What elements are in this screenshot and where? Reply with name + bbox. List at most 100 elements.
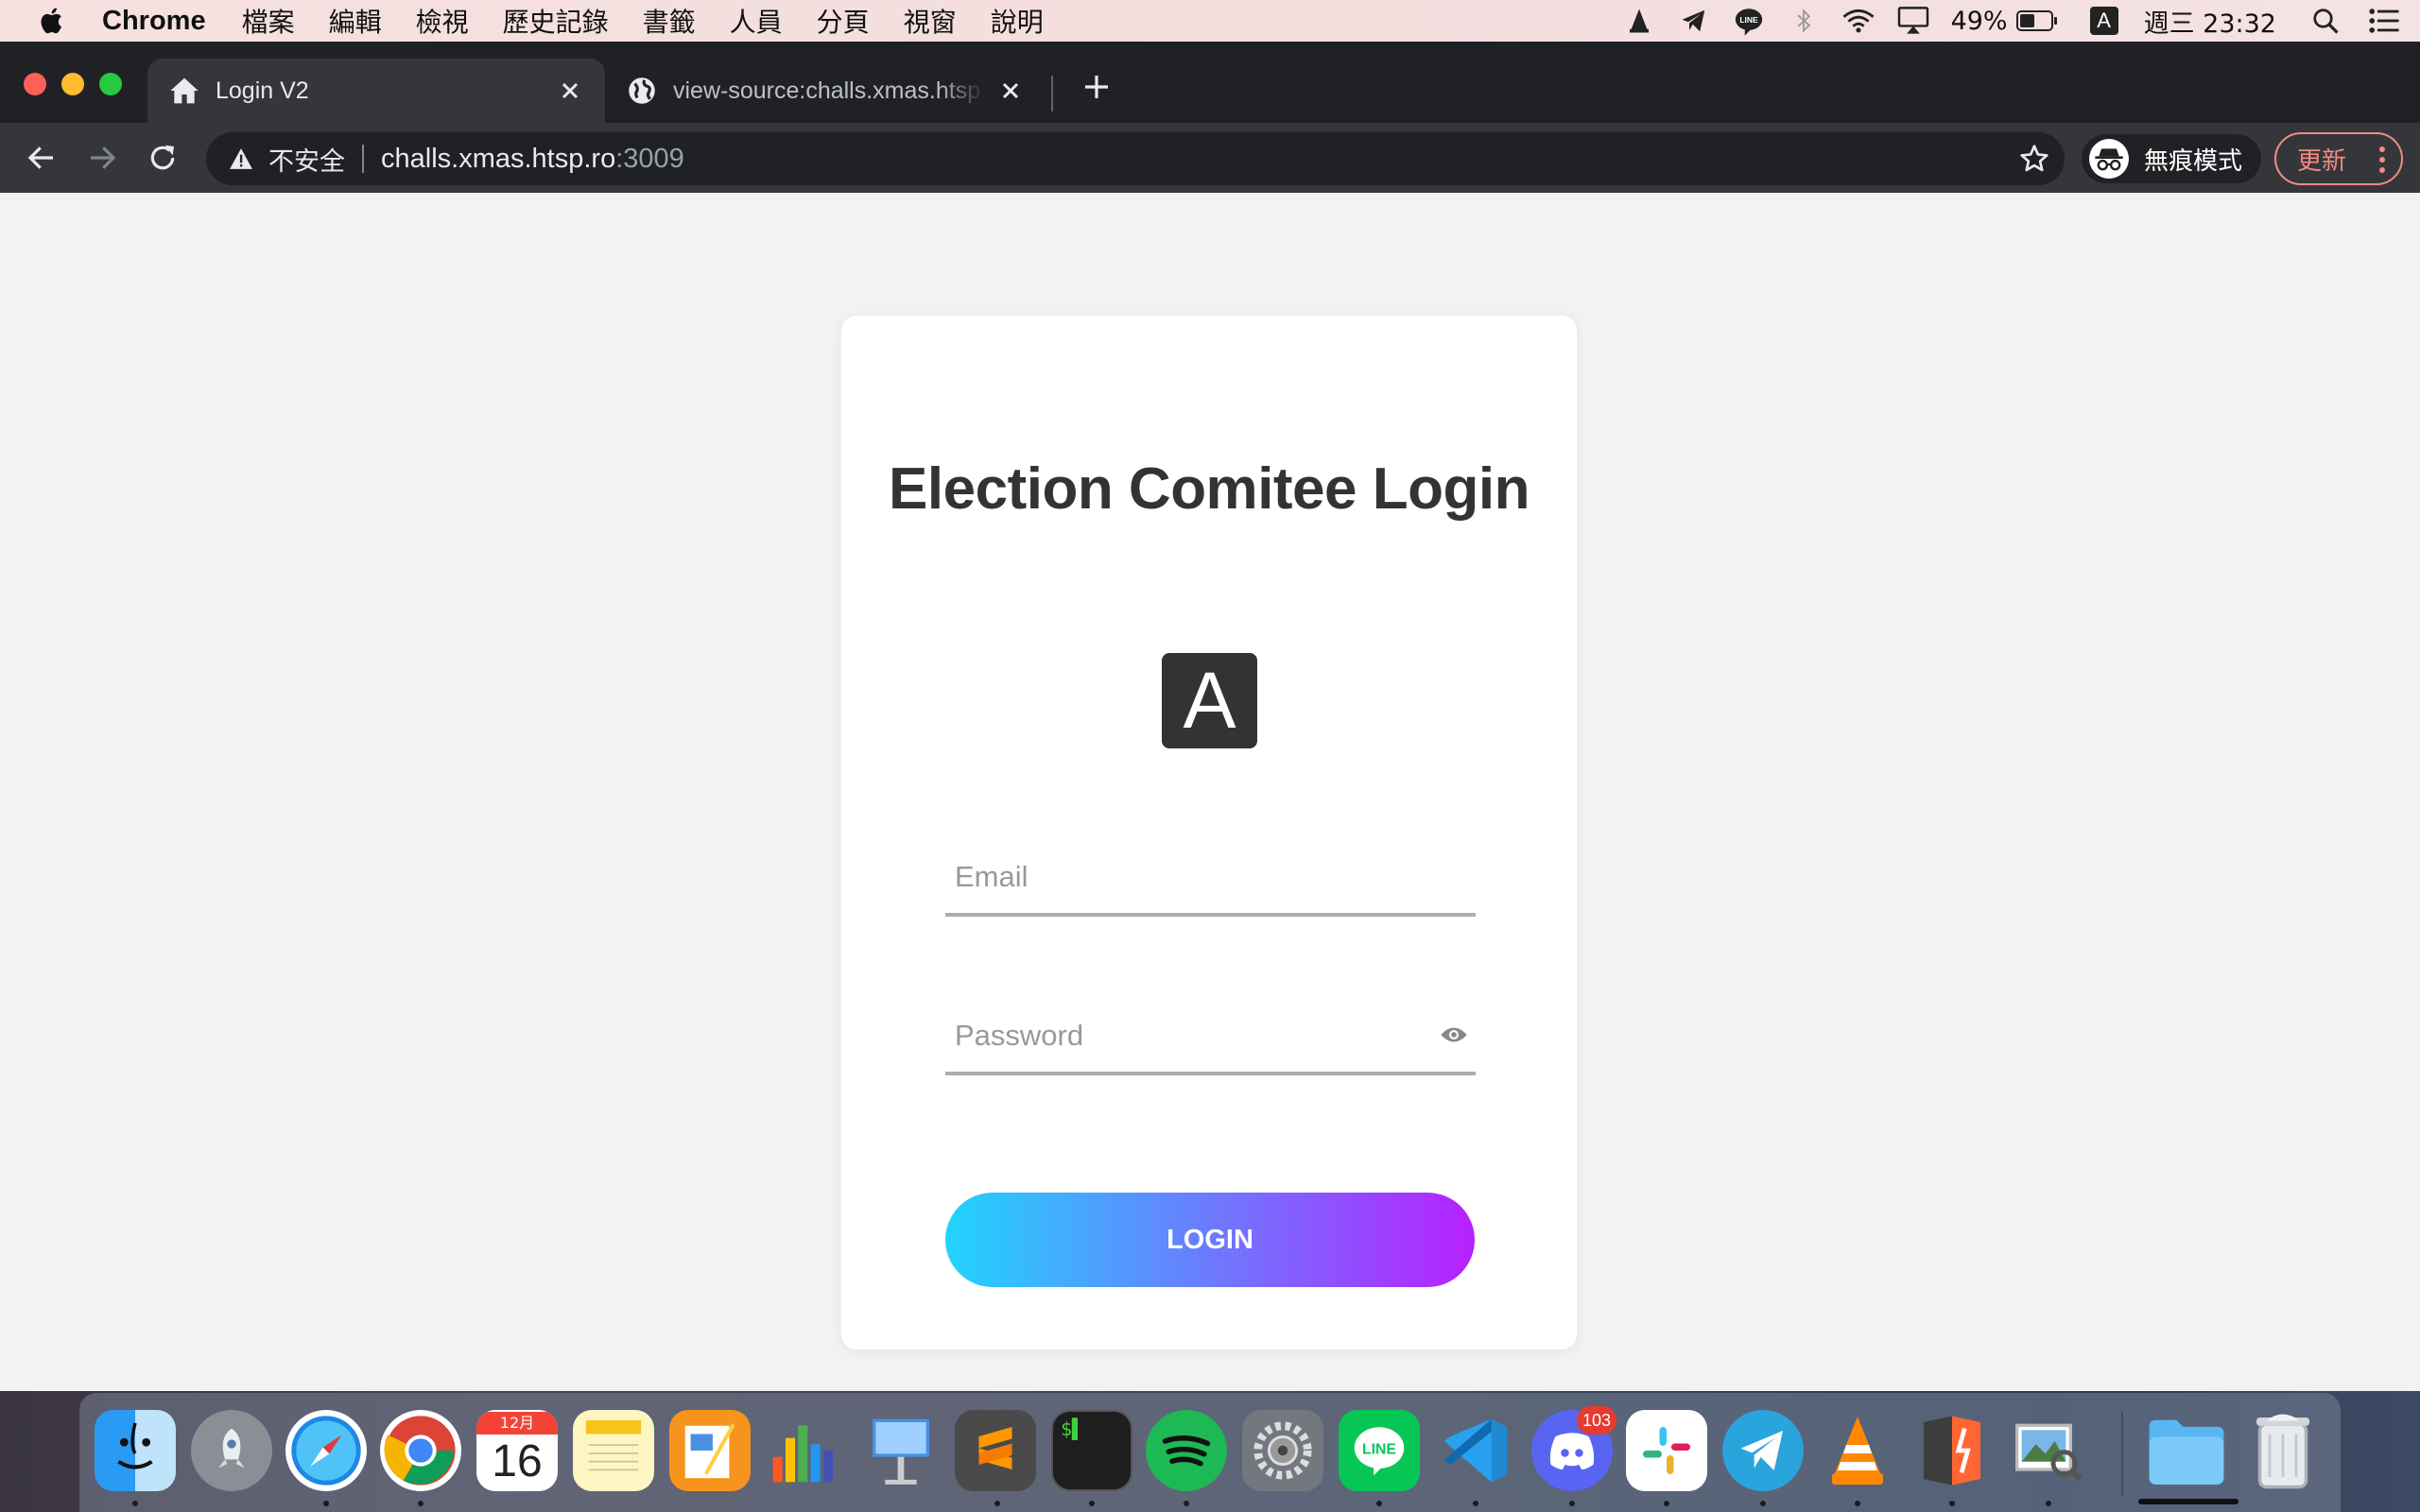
keynote-dock-icon[interactable] [860, 1410, 942, 1491]
window-close-button[interactable] [24, 73, 46, 95]
email-input[interactable] [945, 841, 1476, 913]
globe-icon [626, 75, 658, 107]
menu-history[interactable]: 歷史記錄 [503, 2, 609, 40]
home-icon [168, 75, 200, 107]
back-button[interactable] [23, 139, 60, 177]
more-menu-icon[interactable] [2378, 146, 2386, 174]
telegram-icon[interactable] [1677, 4, 1711, 38]
discord-badge: 103 [1576, 1406, 1616, 1435]
dock-separator [2121, 1412, 2123, 1497]
url-host: challs.xmas.htsp.ro [381, 143, 616, 174]
close-tab-icon[interactable] [994, 75, 1027, 107]
tab-strip: Login V2 view-source:challs.xmas.htsp.ro… [0, 42, 2420, 123]
tab-view-source[interactable]: view-source:challs.xmas.htsp.ro:3009 [605, 59, 1046, 123]
browser-toolbar: 不安全 challs.xmas.htsp.ro :3009 無痕模式 更新 [0, 123, 2420, 193]
discord-dock-icon[interactable]: 103 [1531, 1406, 1616, 1491]
vscode-dock-icon[interactable] [1435, 1410, 1516, 1491]
discord-running-indicator [1569, 1501, 1575, 1506]
safari-dock-icon[interactable] [285, 1410, 367, 1491]
spotlight-icon[interactable] [2308, 4, 2342, 38]
pages-dock-icon[interactable] [669, 1410, 751, 1491]
telegram-running-indicator [1760, 1501, 1766, 1506]
menu-view[interactable]: 檢視 [416, 2, 469, 40]
finder-running-indicator [132, 1501, 138, 1506]
launchpad-dock-icon[interactable] [191, 1410, 272, 1491]
menu-bookmarks[interactable]: 書籤 [643, 2, 696, 40]
downloads-folder-dock-icon[interactable] [2146, 1410, 2227, 1491]
terminal-running-indicator [1089, 1501, 1095, 1506]
calendar-dock-icon[interactable]: 12月 16 [476, 1410, 558, 1491]
menu-people[interactable]: 人員 [730, 2, 783, 40]
line-dock-icon[interactable]: LINE [1339, 1410, 1420, 1491]
numbers-dock-icon[interactable] [764, 1410, 845, 1491]
security-label[interactable]: 不安全 [268, 141, 345, 178]
tab-login-v2[interactable]: Login V2 [147, 59, 605, 123]
terminal-dock-icon[interactable]: $▌ [1051, 1410, 1132, 1491]
page-viewport: Election Comitee Login A LOGIN [0, 193, 2420, 1391]
menu-window[interactable]: 視窗 [904, 2, 957, 40]
finder-dock-icon[interactable] [95, 1410, 176, 1491]
new-tab-button[interactable] [1078, 68, 1115, 106]
preview-dock-icon[interactable] [2008, 1410, 2089, 1491]
password-field [945, 1000, 1476, 1075]
spotify-dock-icon[interactable] [1146, 1410, 1227, 1491]
page-title: Election Comitee Login [889, 456, 1530, 522]
omnibox-divider [362, 145, 364, 173]
calendar-month: 12月 [476, 1412, 558, 1435]
login-button[interactable]: LOGIN [945, 1193, 1475, 1287]
telegram-dock-icon[interactable] [1722, 1410, 1804, 1491]
email-field [945, 841, 1476, 917]
burp-suite-running-indicator [1949, 1501, 1955, 1506]
vlc-icon[interactable] [1622, 4, 1656, 38]
sublime-text-running-indicator [994, 1501, 1000, 1506]
window-minimize-button[interactable] [61, 73, 84, 95]
terminal-prompt-icon: $▌ [1061, 1418, 1084, 1440]
macos-menubar: Chrome 檔案 編輯 檢視 歷史記錄 書籤 人員 分頁 視窗 說明 LINE… [0, 0, 2420, 42]
burp-suite-dock-icon[interactable] [1911, 1410, 1993, 1491]
spotify-running-indicator [1184, 1501, 1189, 1506]
reload-button[interactable] [144, 139, 182, 177]
control-center-icon[interactable] [2367, 4, 2401, 38]
warning-icon[interactable] [227, 145, 255, 173]
tab-title: Login V2 [216, 77, 309, 104]
vlc-dock-icon[interactable] [1817, 1410, 1898, 1491]
incognito-label: 無痕模式 [2144, 146, 2243, 176]
sublime-text-dock-icon[interactable] [955, 1410, 1036, 1491]
password-input[interactable] [945, 1000, 1476, 1072]
wifi-icon[interactable] [1841, 4, 1876, 38]
address-bar[interactable]: 不安全 challs.xmas.htsp.ro :3009 [206, 132, 2065, 185]
menubar-status-area: LINE 49% A 週三 23:32 [1601, 0, 2420, 42]
input-source-icon[interactable]: A [2087, 4, 2121, 38]
line-icon[interactable]: LINE [1732, 4, 1766, 38]
dock-active-indicator [2138, 1499, 2238, 1504]
incognito-indicator[interactable]: 無痕模式 [2082, 134, 2262, 183]
url-port: :3009 [615, 143, 684, 174]
system-preferences-dock-icon[interactable] [1242, 1410, 1323, 1491]
menu-edit[interactable]: 編輯 [329, 2, 382, 40]
login-card: Election Comitee Login A LOGIN [841, 316, 1577, 1349]
update-label: 更新 [2297, 146, 2347, 176]
trash-dock-icon[interactable] [2242, 1410, 2324, 1491]
battery-icon[interactable] [2015, 4, 2059, 38]
apple-menu-icon[interactable] [38, 6, 68, 36]
notes-dock-icon[interactable] [573, 1410, 654, 1491]
svg-text:LINE: LINE [1739, 15, 1758, 25]
bookmark-star-icon[interactable] [2017, 142, 2051, 176]
bluetooth-icon[interactable] [1787, 4, 1821, 38]
update-button[interactable]: 更新 [2274, 132, 2403, 185]
menu-app-name[interactable]: Chrome [102, 6, 206, 37]
menubar-clock[interactable]: 週三 23:32 [2144, 3, 2276, 40]
svg-text:LINE: LINE [1362, 1442, 1396, 1458]
show-password-icon[interactable] [1440, 1021, 1468, 1049]
window-zoom-button[interactable] [99, 73, 122, 95]
menu-tab[interactable]: 分頁 [817, 2, 870, 40]
forward-button[interactable] [83, 139, 121, 177]
slack-dock-icon[interactable] [1626, 1410, 1707, 1491]
close-tab-icon[interactable] [554, 75, 586, 107]
chrome-dock-icon[interactable] [380, 1410, 461, 1491]
menu-file[interactable]: 檔案 [242, 2, 295, 40]
menu-help[interactable]: 說明 [991, 2, 1044, 40]
battery-percent: 49% [1950, 6, 2008, 36]
airplay-icon[interactable] [1896, 4, 1930, 38]
incognito-icon [2089, 139, 2129, 179]
